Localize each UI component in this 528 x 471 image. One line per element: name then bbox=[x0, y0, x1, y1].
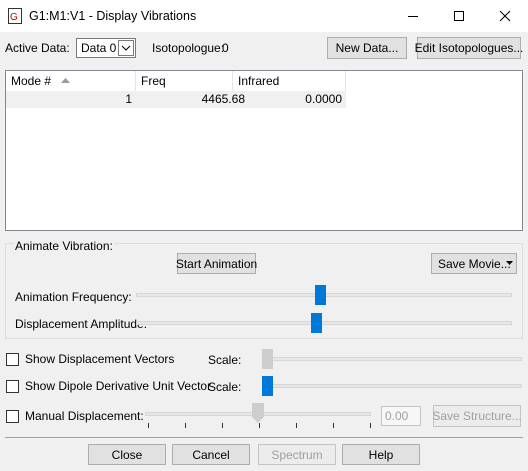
displacement-scale-slider[interactable] bbox=[262, 349, 522, 371]
gaussview-app-icon: G bbox=[8, 8, 22, 24]
help-button[interactable]: Help bbox=[342, 444, 420, 465]
slider-tick bbox=[148, 423, 149, 428]
column-header-infrared-label: Infrared bbox=[238, 74, 280, 88]
show-dipole-vector-checkbox[interactable] bbox=[6, 380, 19, 393]
column-header-infrared[interactable]: Infrared bbox=[233, 71, 346, 91]
column-header-mode[interactable]: Mode # bbox=[6, 71, 136, 91]
dipole-scale-slider[interactable] bbox=[262, 376, 522, 398]
cell-freq[interactable]: 4465.68 bbox=[136, 91, 249, 108]
maximize-button[interactable] bbox=[436, 0, 482, 32]
close-button[interactable]: Close bbox=[88, 444, 166, 465]
slider-thumb[interactable] bbox=[315, 285, 326, 305]
footer-separator bbox=[5, 437, 523, 438]
isotopologue-value: 0 bbox=[222, 41, 229, 55]
dipole-scale-label: Scale: bbox=[208, 380, 242, 394]
new-data-button[interactable]: New Data... bbox=[327, 37, 407, 59]
dropdown-button[interactable] bbox=[118, 40, 134, 56]
displacement-amplitude-label: Displacement Amplitude: bbox=[15, 317, 148, 331]
slider-tick bbox=[259, 423, 260, 428]
slider-tick bbox=[222, 423, 223, 428]
close-icon bbox=[499, 10, 511, 22]
show-displacement-vectors-label: Show Displacement Vectors bbox=[25, 352, 175, 366]
save-movie-label: Save Movie... bbox=[438, 256, 511, 271]
show-dipole-vector-label: Show Dipole Derivative Unit Vector bbox=[25, 379, 212, 393]
close-window-button[interactable] bbox=[482, 0, 528, 32]
window-title: G1:M1:V1 - Display Vibrations bbox=[29, 9, 197, 23]
spectrum-button[interactable]: Spectrum bbox=[258, 444, 336, 465]
slider-thumb[interactable] bbox=[262, 376, 273, 396]
active-data-select[interactable]: Data 0 bbox=[76, 38, 136, 58]
manual-displacement-checkbox[interactable] bbox=[6, 410, 19, 423]
dropdown-arrow-icon bbox=[506, 261, 513, 265]
manual-displacement-slider[interactable] bbox=[145, 401, 371, 431]
manual-displacement-value-field[interactable]: 0.00 bbox=[381, 406, 421, 426]
minimize-button[interactable] bbox=[390, 0, 436, 32]
edit-isotopologues-button[interactable]: Edit Isotopologues... bbox=[415, 37, 523, 59]
chevron-down-icon bbox=[121, 45, 131, 51]
show-displacement-vectors-checkbox[interactable] bbox=[6, 353, 19, 366]
minimize-icon bbox=[408, 16, 418, 17]
slider-tick bbox=[333, 423, 334, 428]
slider-thumb[interactable] bbox=[262, 349, 273, 369]
cell-mode[interactable]: 1 bbox=[6, 91, 136, 108]
maximize-icon bbox=[454, 11, 464, 21]
slider-track bbox=[262, 384, 522, 388]
slider-thumb[interactable] bbox=[252, 403, 264, 423]
save-movie-button[interactable]: Save Movie... bbox=[431, 253, 517, 274]
start-animation-button[interactable]: Start Animation bbox=[176, 253, 257, 274]
animation-frequency-slider[interactable] bbox=[136, 284, 512, 306]
animate-vibration-label: Animate Vibration: bbox=[14, 239, 114, 253]
slider-tick bbox=[370, 423, 371, 428]
slider-track bbox=[136, 321, 512, 325]
displacement-amplitude-slider[interactable] bbox=[136, 312, 512, 334]
active-data-label: Active Data: bbox=[5, 41, 70, 55]
column-header-mode-label: Mode # bbox=[11, 74, 52, 88]
svg-text:G: G bbox=[10, 12, 18, 23]
slider-track bbox=[262, 357, 522, 361]
column-header-freq-label: Freq bbox=[141, 74, 166, 88]
slider-thumb[interactable] bbox=[311, 313, 322, 333]
displacement-scale-label: Scale: bbox=[208, 353, 242, 367]
animation-frequency-label: Animation Frequency: bbox=[15, 290, 132, 304]
column-header-freq[interactable]: Freq bbox=[136, 71, 233, 91]
manual-displacement-label: Manual Displacement: bbox=[25, 409, 144, 423]
slider-tick bbox=[185, 423, 186, 428]
save-structure-button[interactable]: Save Structure... bbox=[432, 405, 522, 427]
sort-ascending-icon bbox=[61, 78, 70, 83]
cancel-button[interactable]: Cancel bbox=[172, 444, 250, 465]
isotopologue-label: Isotopologue: bbox=[152, 41, 225, 55]
title-bar: G G1:M1:V1 - Display Vibrations bbox=[0, 0, 528, 32]
cell-infrared[interactable]: 0.0000 bbox=[249, 91, 346, 108]
active-data-value: Data 0 bbox=[81, 41, 117, 55]
slider-tick bbox=[296, 423, 297, 428]
vibrations-table[interactable]: Mode # Freq Infrared 1 4465.68 0.0000 bbox=[5, 70, 523, 231]
